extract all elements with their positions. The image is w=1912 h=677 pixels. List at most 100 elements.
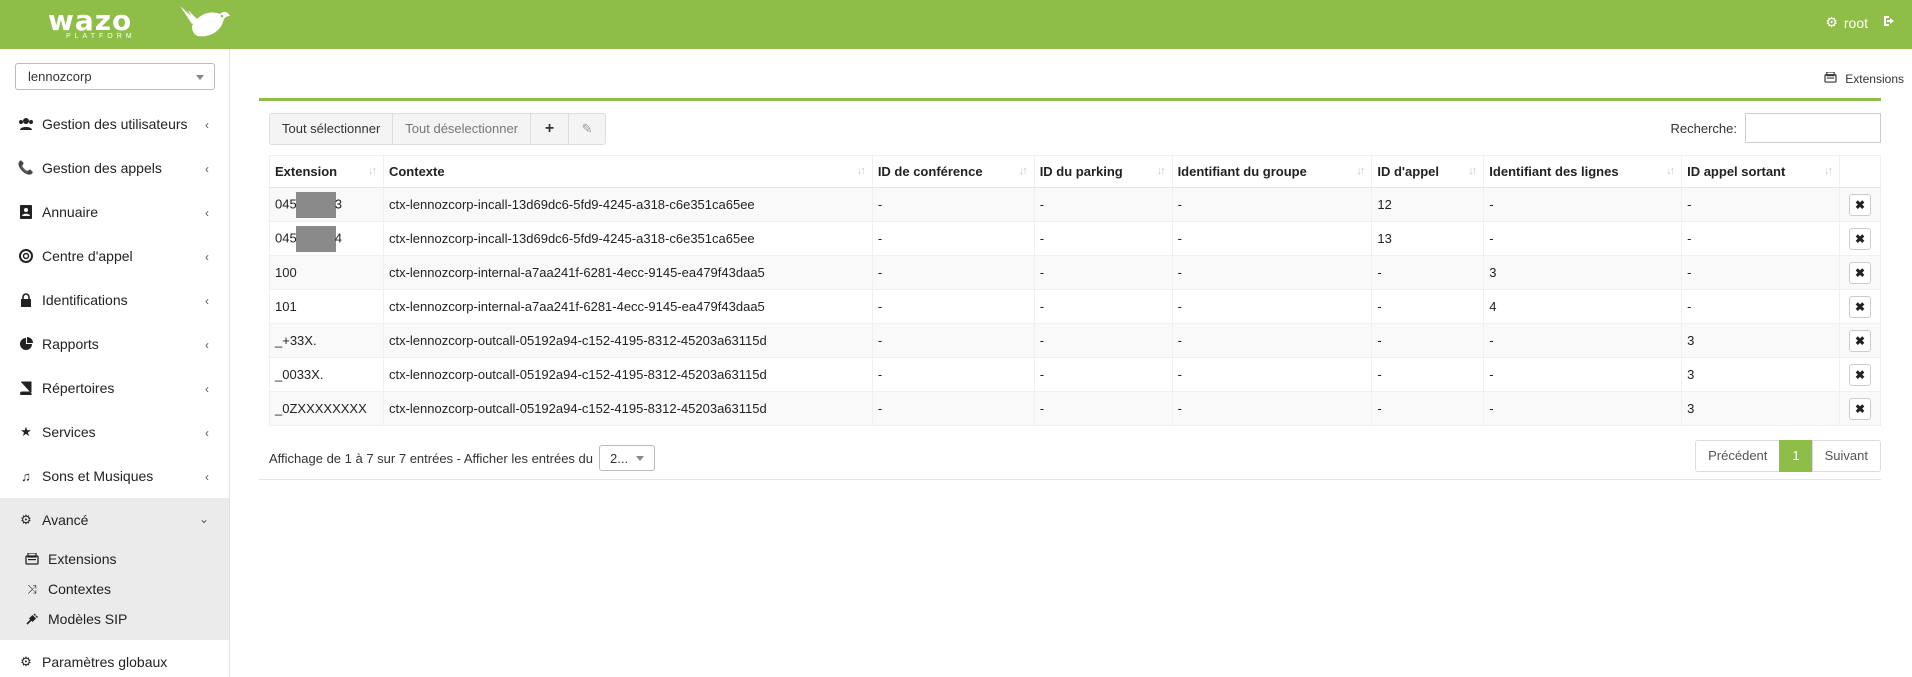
fax-icon <box>24 552 40 566</box>
sidebar-item-advanced[interactable]: ⚙ Avancé ⌄ <box>0 498 229 542</box>
next-page-button[interactable]: Suivant <box>1811 440 1881 472</box>
sort-icon: ↓↑ <box>1018 165 1028 177</box>
cell-line: 3 <box>1483 255 1683 290</box>
sidebar-subitem-sip-templates[interactable]: Modèles SIP <box>0 604 229 634</box>
page-length-select[interactable]: 2... <box>599 445 656 471</box>
delete-button[interactable]: ✖ <box>1848 329 1871 352</box>
col-label: Contexte <box>388 164 445 179</box>
sidebar-subitem-extensions[interactable]: Extensions <box>0 544 229 574</box>
cell-actions: ✖ <box>1838 357 1882 392</box>
logout-icon[interactable] <box>1882 14 1896 31</box>
cell-conference: - <box>871 323 1035 358</box>
star-icon: ★ <box>20 424 32 439</box>
table-body: 045 3 ctx-lennozcorp-incall-13d69dc6-5fd9-… <box>269 187 1882 426</box>
table-row[interactable]: 045 3 ctx-lennozcorp-incall-13d69dc6-5fd9-… <box>269 187 1882 222</box>
cell-line: - <box>1483 187 1683 222</box>
add-button[interactable]: + <box>530 113 569 145</box>
sidebar-item-reports[interactable]: Rapports ‹ <box>0 322 229 366</box>
top-navbar: wazo PLATFORM ⚙ root <box>0 0 1912 49</box>
logo-wordmark: wazo <box>48 4 133 37</box>
col-group[interactable]: Identifiant du groupe ↓↑ <box>1171 155 1373 188</box>
table-row[interactable]: 100 ctx-lennozcorp-internal-a7aa241f-6281… <box>269 255 1882 290</box>
search-box: Recherche: <box>1671 113 1881 143</box>
sort-icon: ↓↑ <box>367 165 377 177</box>
sidebar-item-repertoires[interactable]: Répertoires ‹ <box>0 366 229 410</box>
search-input[interactable] <box>1745 113 1881 143</box>
sidebar-item-label: Identifications <box>42 292 128 308</box>
sidebar-item-label: Centre d'appel <box>42 248 133 264</box>
sidebar-item-directory[interactable]: Annuaire ‹ <box>0 190 229 234</box>
tenant-select-value: lennozcorp <box>28 69 92 84</box>
cell-extension: 100 <box>269 255 384 290</box>
extension-prefix: 045 <box>275 229 297 245</box>
deselect-all-button[interactable]: Tout déselectionner <box>392 113 531 145</box>
delete-button[interactable]: ✖ <box>1848 227 1871 250</box>
tenant-select[interactable]: lennozcorp <box>15 63 215 90</box>
chevron-left-icon: ‹ <box>205 206 209 220</box>
cell-outcall: 3 <box>1681 357 1840 392</box>
table-row[interactable]: _+33X. ctx-lennozcorp-outcall-05192a94-c1… <box>269 323 1882 358</box>
sidebar-item-callcenter[interactable]: Centre d'appel ‹ <box>0 234 229 278</box>
cell-actions: ✖ <box>1838 323 1882 358</box>
close-icon: ✖ <box>1854 231 1865 246</box>
prev-page-button[interactable]: Précédent <box>1695 440 1780 472</box>
sort-icon: ↓↑ <box>1356 165 1365 177</box>
edit-button[interactable]: ✎ <box>568 113 607 145</box>
table-row[interactable]: _0033X. ctx-lennozcorp-outcall-05192a94-c… <box>269 357 1882 392</box>
plug-icon <box>24 612 40 626</box>
cell-line: 4 <box>1483 289 1683 324</box>
sidebar-item-label: Rapports <box>42 336 99 352</box>
delete-button[interactable]: ✖ <box>1848 363 1871 386</box>
cell-conference: - <box>871 255 1035 290</box>
delete-button[interactable]: ✖ <box>1848 261 1871 284</box>
extension-value: _0ZXXXXXXXX <box>275 401 367 416</box>
cell-outcall: - <box>1681 289 1840 324</box>
col-incall[interactable]: ID d'appel ↓↑ <box>1371 155 1485 188</box>
cell-outcall: 3 <box>1681 391 1840 426</box>
col-parking[interactable]: ID du parking ↓↑ <box>1033 155 1173 188</box>
cell-actions: ✖ <box>1838 187 1882 222</box>
address-book-icon <box>18 204 34 220</box>
cell-parking: - <box>1033 221 1173 256</box>
col-extension[interactable]: Extension ↓↑ <box>269 155 384 188</box>
sidebar-item-sounds[interactable]: ♫ Sons et Musiques ‹ <box>0 454 229 498</box>
cell-incall: - <box>1371 255 1485 290</box>
col-conference[interactable]: ID de conférence ↓↑ <box>871 155 1035 188</box>
user-menu[interactable]: ⚙ root <box>1825 14 1896 31</box>
select-all-button[interactable]: Tout sélectionner <box>269 113 393 145</box>
sidebar-subitem-contexts[interactable]: ⤨ Contextes <box>0 574 229 604</box>
chevron-down-icon: ⌄ <box>198 512 209 526</box>
page-length-value: 2... <box>610 450 629 466</box>
sidebar-item-services[interactable]: ★ Services ‹ <box>0 410 229 454</box>
page-1-button[interactable]: 1 <box>1779 440 1812 472</box>
cell-context: ctx-lennozcorp-internal-a7aa241f-6281-4e… <box>382 289 873 324</box>
sidebar-menu: Gestion des utilisateurs ‹ 📞 Gestion des… <box>0 102 229 677</box>
col-line[interactable]: Identifiant des lignes ↓↑ <box>1483 155 1683 188</box>
chevron-left-icon: ‹ <box>205 338 209 352</box>
bird-logo-icon <box>180 6 230 37</box>
sort-icon: ↓↑ <box>856 165 866 177</box>
sidebar-item-identifications[interactable]: Identifications ‹ <box>0 278 229 322</box>
cell-extension: _0ZXXXXXXXX <box>269 391 384 426</box>
sidebar-item-calls[interactable]: 📞 Gestion des appels ‹ <box>0 146 229 190</box>
shuffle-icon: ⤨ <box>27 581 37 596</box>
col-outcall[interactable]: ID appel sortant ↓↑ <box>1681 155 1840 188</box>
delete-button[interactable]: ✖ <box>1848 295 1871 318</box>
table-row[interactable]: 101 ctx-lennozcorp-internal-a7aa241f-6281… <box>269 289 1882 324</box>
cell-parking: - <box>1033 187 1173 222</box>
sidebar-item-global-settings[interactable]: ⚙ Paramètres globaux <box>0 640 229 677</box>
cell-outcall: - <box>1681 187 1840 222</box>
sidebar-item-users[interactable]: Gestion des utilisateurs ‹ <box>0 102 229 146</box>
breadcrumb-label[interactable]: Extensions <box>1845 72 1904 86</box>
delete-button[interactable]: ✖ <box>1848 397 1871 420</box>
table-row[interactable]: 045 4 ctx-lennozcorp-incall-13d69dc6-5fd9-… <box>269 221 1882 256</box>
delete-button[interactable]: ✖ <box>1848 193 1871 216</box>
sidebar-item-label: Services <box>42 424 96 440</box>
extension-value: _0033X. <box>275 367 324 382</box>
table-row[interactable]: _0ZXXXXXXXX ctx-lennozcorp-outcall-05192a… <box>269 391 1882 426</box>
col-label: ID du parking <box>1039 164 1123 179</box>
cell-context: ctx-lennozcorp-outcall-05192a94-c152-419… <box>382 323 873 358</box>
cell-parking: - <box>1033 357 1173 392</box>
close-icon: ✖ <box>1854 197 1865 212</box>
col-context[interactable]: Contexte ↓↑ <box>382 155 873 188</box>
